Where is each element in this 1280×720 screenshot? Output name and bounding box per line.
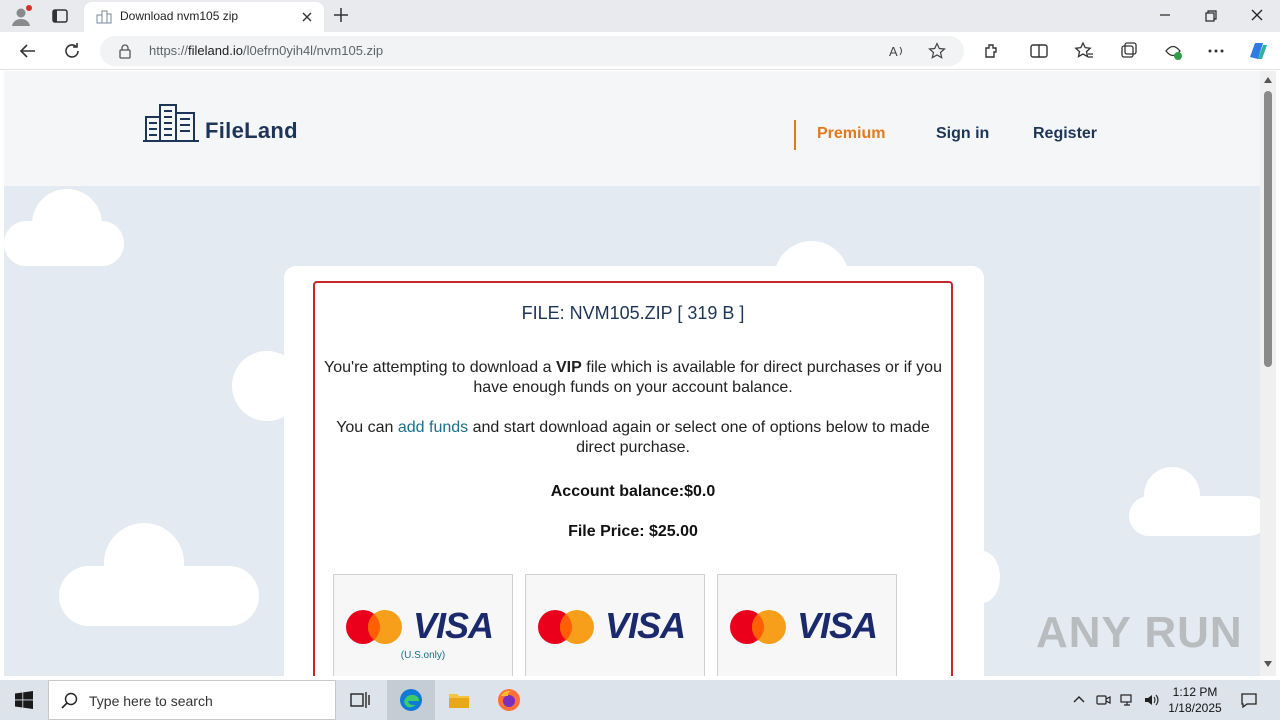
refresh-icon[interactable] — [62, 41, 82, 61]
split-screen-icon[interactable] — [1029, 41, 1049, 61]
add-funds-message: You can add funds and start download aga… — [336, 419, 930, 456]
payment-note: (U.S.only) — [400, 650, 446, 661]
tab-actions-icon[interactable] — [50, 6, 70, 26]
page-scrollbar[interactable] — [1260, 71, 1276, 676]
favorites-icon[interactable] — [1074, 41, 1094, 61]
network-icon[interactable] — [1119, 692, 1135, 708]
read-aloud-icon[interactable]: A — [888, 42, 906, 60]
volume-icon[interactable] — [1143, 692, 1159, 708]
search-placeholder: Type here to search — [89, 693, 213, 709]
browser-tab-bar: Download nvm105 zip — [0, 0, 1280, 32]
taskbar-clock[interactable]: 1:12 PM 1/18/2025 — [1160, 684, 1230, 716]
lock-icon[interactable] — [118, 43, 132, 59]
windows-taskbar: Type here to search 1:12 PM 1/18/2025 — [0, 680, 1280, 720]
meet-now-icon[interactable] — [1095, 692, 1111, 708]
clock-time: 1:12 PM — [1172, 685, 1218, 699]
profile-icon[interactable] — [10, 5, 32, 27]
tab-close-icon[interactable] — [300, 10, 314, 24]
restore-icon[interactable] — [1204, 9, 1218, 23]
payment-option-2[interactable]: VISA — [525, 574, 705, 676]
mastercard-icon — [538, 610, 594, 644]
file-explorer-icon[interactable] — [447, 688, 471, 712]
new-tab-plus-icon[interactable] — [332, 6, 350, 24]
nav-register-link[interactable]: Register — [1033, 125, 1097, 143]
more-options-icon[interactable] — [1206, 41, 1226, 61]
show-hidden-icons-chevron-icon[interactable] — [1071, 692, 1087, 708]
buildings-logo-icon — [143, 104, 199, 142]
logo-text: FileLand — [205, 118, 298, 143]
copilot-icon[interactable] — [1246, 39, 1270, 63]
payment-option-1[interactable]: VISA (U.S.only) — [333, 574, 513, 676]
payment-option-3[interactable]: VISA — [717, 574, 897, 676]
favorite-star-icon[interactable] — [928, 42, 946, 60]
clock-date: 1/18/2025 — [1168, 701, 1222, 715]
page-viewport: FileLand Premium Sign in Register FILE: … — [4, 71, 1260, 676]
add-funds-link[interactable]: add funds — [398, 419, 468, 436]
nav-divider — [794, 120, 796, 150]
window-close-icon[interactable] — [1250, 8, 1264, 22]
notifications-icon[interactable] — [1240, 691, 1258, 709]
minimize-icon[interactable] — [1158, 8, 1172, 22]
collections-icon[interactable] — [1119, 41, 1139, 61]
scroll-thumb[interactable] — [1264, 91, 1272, 367]
nav-signin-link[interactable]: Sign in — [936, 125, 989, 143]
firefox-icon[interactable] — [497, 688, 521, 712]
taskbar-search[interactable]: Type here to search — [48, 680, 336, 720]
tab-title: Download nvm105 zip — [120, 9, 239, 23]
edge-icon[interactable] — [399, 688, 423, 712]
back-arrow-icon[interactable] — [18, 41, 38, 61]
file-price: File Price: $25.00 — [568, 523, 698, 540]
account-balance: Account balance:$0.0 — [550, 483, 716, 500]
vip-message: You're attempting to download a VIP file… — [324, 359, 942, 396]
visa-logo: VISA — [797, 605, 878, 646]
vip-notice-box: FILE: NVM105.ZIP [ 319 B ] You're attemp… — [313, 281, 953, 676]
visa-logo: VISA — [605, 605, 686, 646]
address-bar[interactable]: https://fileland.io/l0efrn0yih4l/nvm105.… — [100, 36, 964, 66]
file-title: FILE: NVM105.ZIP [ 319 B ] — [521, 303, 745, 323]
extensions-icon[interactable] — [981, 41, 1001, 61]
browser-toolbar: https://fileland.io/l0efrn0yih4l/nvm105.… — [0, 32, 1280, 70]
active-tab[interactable]: Download nvm105 zip — [84, 2, 324, 32]
url-text[interactable]: https://fileland.io/l0efrn0yih4l/nvm105.… — [149, 43, 383, 58]
nav-premium-link[interactable]: Premium — [817, 125, 885, 143]
buildings-favicon-icon — [96, 10, 112, 24]
scroll-down-arrow-icon[interactable] — [1264, 661, 1272, 667]
svg-text:A: A — [889, 44, 898, 59]
mastercard-icon — [730, 610, 786, 644]
mastercard-icon — [346, 610, 402, 644]
site-header: FileLand Premium Sign in Register — [4, 71, 1260, 186]
scroll-up-arrow-icon[interactable] — [1264, 77, 1272, 83]
browser-essentials-icon[interactable] — [1163, 41, 1183, 61]
task-view-icon[interactable] — [348, 688, 372, 712]
download-card: FILE: NVM105.ZIP [ 319 B ] You're attemp… — [284, 266, 984, 676]
visa-logo: VISA — [413, 605, 494, 646]
windows-start-icon[interactable] — [15, 691, 33, 709]
search-icon — [61, 692, 78, 709]
anyrun-watermark: ANY RUN — [1036, 608, 1243, 657]
